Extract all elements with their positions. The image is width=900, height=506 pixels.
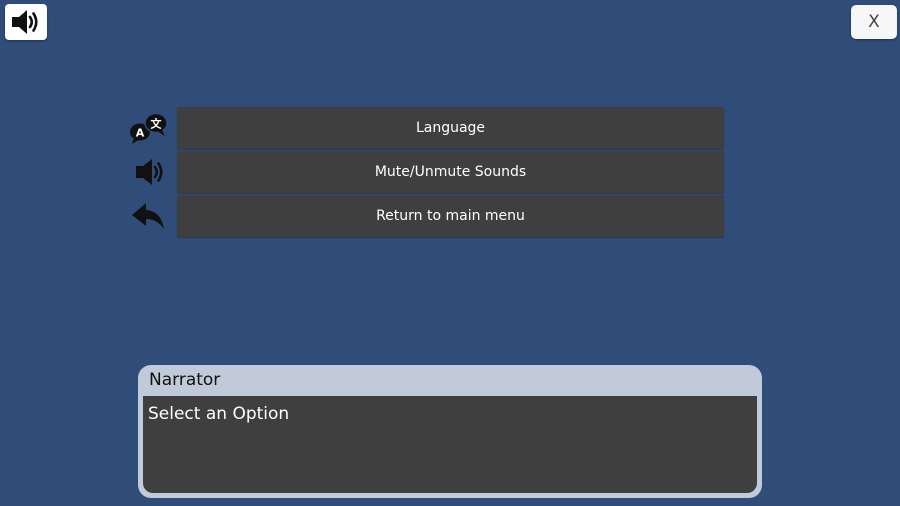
- svg-text:文: 文: [151, 117, 163, 131]
- close-button[interactable]: X: [851, 5, 897, 39]
- speaker-icon: [12, 10, 38, 34]
- menu-row-language: A 文 Language: [120, 107, 730, 149]
- language-button[interactable]: Language: [177, 107, 724, 149]
- dialog-text-area: Select an Option: [143, 396, 757, 493]
- speaker-icon: [136, 159, 163, 185]
- svg-text:A: A: [136, 127, 145, 140]
- menu-row-return: Return to main menu: [120, 195, 730, 237]
- language-icon: A 文: [130, 112, 168, 144]
- dialog-text: Select an Option: [148, 404, 290, 424]
- close-icon: X: [868, 11, 880, 32]
- speaker-name: Narrator: [149, 370, 221, 390]
- menu-row-mute: Mute/Unmute Sounds: [120, 151, 730, 193]
- mute-unmute-button[interactable]: Mute/Unmute Sounds: [177, 151, 724, 193]
- sound-toggle-button[interactable]: [5, 4, 47, 40]
- back-arrow-icon: [132, 203, 164, 229]
- return-to-main-menu-button[interactable]: Return to main menu: [177, 195, 724, 237]
- narrator-dialog: Narrator Select an Option: [138, 365, 762, 498]
